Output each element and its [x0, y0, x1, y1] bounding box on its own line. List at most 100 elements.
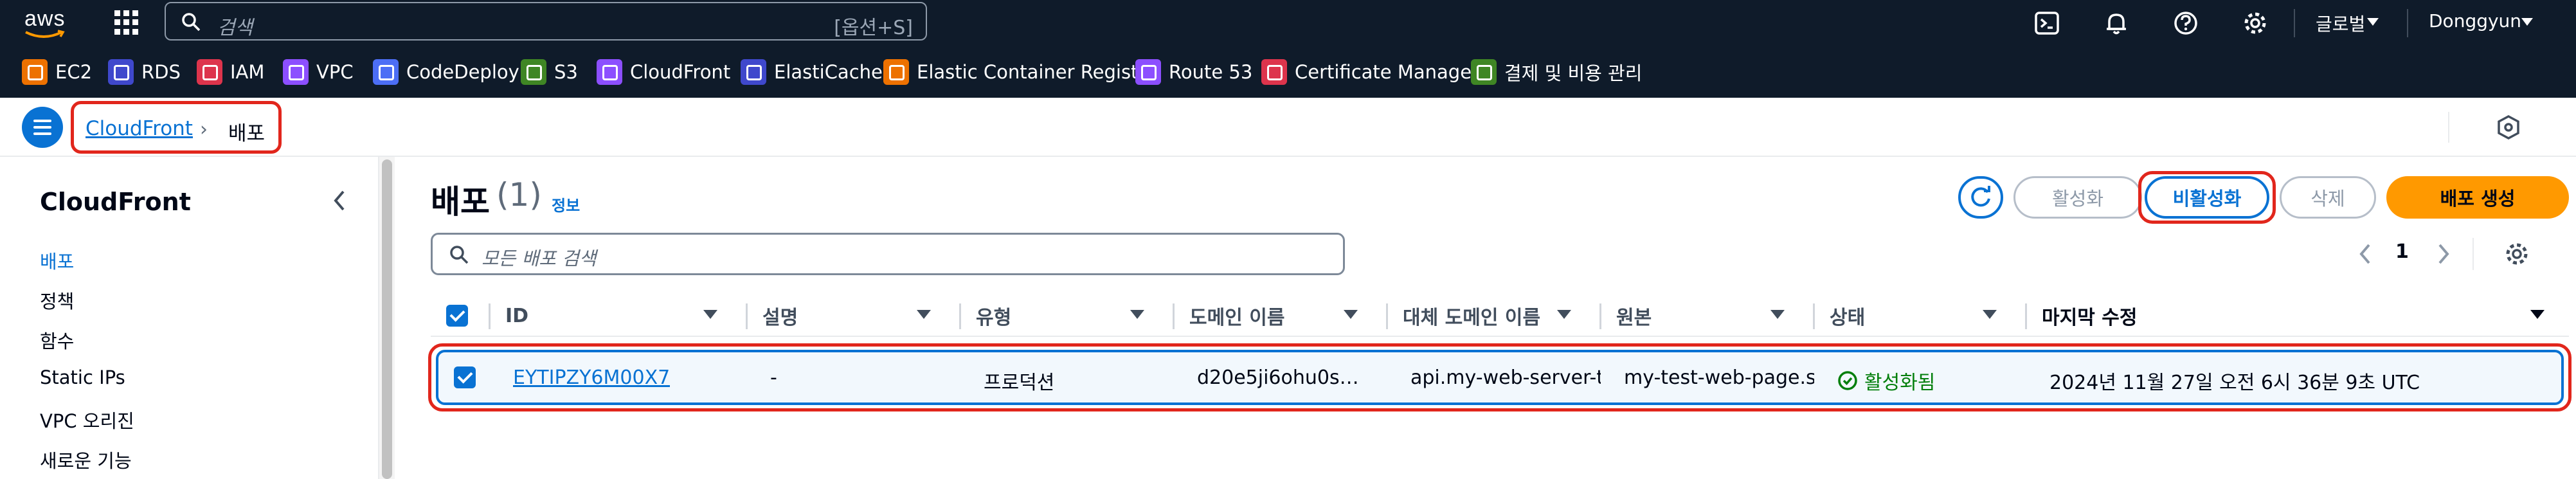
service-label: S3 — [554, 61, 578, 83]
sort-arrow-icon[interactable] — [1130, 310, 1144, 319]
service-label: ElastiCache — [774, 61, 883, 83]
aws-logo[interactable]: aws — [19, 5, 75, 41]
column-separator[interactable] — [1599, 303, 1601, 329]
current-page-number[interactable]: 1 — [2395, 240, 2409, 263]
table-row[interactable]: EYTIPZY6M00X7 - 프로덕션 d20e5ji6ohu0s… api.… — [436, 350, 2564, 405]
search-shortcut-hint: [옵션+S] — [834, 17, 913, 39]
status-text: 활성화됨 — [1864, 372, 1936, 394]
sort-arrow-icon[interactable] — [703, 310, 717, 319]
delete-button[interactable]: 삭제 — [2280, 176, 2376, 219]
service-label: CodeDeploy — [406, 61, 519, 83]
column-header-domain-name[interactable]: 도메인 이름 — [1189, 300, 1284, 332]
search-icon — [182, 13, 201, 32]
main-content: 배포 (1) 정보 활성화 비활성화 삭제 배포 생성 모든 배포 검색 1 I… — [395, 157, 2576, 479]
column-header-type[interactable]: 유형 — [976, 300, 1011, 332]
sidebar-item-policies[interactable]: 정책 — [40, 287, 74, 314]
service-label: EC2 — [55, 61, 93, 83]
notifications-bell-icon[interactable] — [2102, 9, 2130, 37]
column-separator[interactable] — [746, 303, 748, 329]
topbar-divider — [2294, 9, 2295, 37]
service-shortcut-certificate-manager[interactable]: Certificate Manager — [1261, 58, 1479, 86]
table-preferences-gear-icon[interactable] — [2503, 240, 2530, 267]
sort-arrow-icon[interactable] — [2530, 310, 2544, 319]
cell-domain-name: d20e5ji6ohu0s… — [1197, 366, 1359, 389]
refresh-icon — [1971, 186, 1990, 207]
service-shortcut-rds[interactable]: RDS — [108, 58, 181, 86]
sidebar-item-whats-new[interactable]: 새로운 기능 — [40, 446, 132, 473]
cloudshell-icon[interactable] — [2033, 9, 2061, 37]
service-shortcut-s3[interactable]: S3 — [521, 58, 578, 86]
region-selector[interactable]: 글로벌 — [2316, 10, 2365, 36]
service-shortcut-vpc[interactable]: VPC — [283, 58, 354, 86]
column-separator[interactable] — [1813, 303, 1815, 329]
sidebar-item-static-ips[interactable]: Static IPs — [40, 366, 125, 388]
service-label: Elastic Container Registry — [917, 61, 1157, 83]
next-page-chevron-icon[interactable] — [2434, 242, 2453, 266]
enable-button[interactable]: 활성화 — [2013, 176, 2142, 219]
previous-page-chevron-icon[interactable] — [2355, 242, 2375, 266]
service-shortcut-codedeploy[interactable]: CodeDeploy — [373, 58, 519, 86]
sidebar-scrollbar[interactable] — [379, 157, 395, 479]
help-icon[interactable] — [2172, 9, 2200, 37]
disable-button[interactable]: 비활성화 — [2145, 176, 2269, 219]
breadcrumb-link-cloudfront[interactable]: CloudFront — [86, 117, 193, 140]
scrollbar-thumb[interactable] — [382, 159, 392, 479]
rds-icon — [108, 59, 134, 85]
column-header-alternate-domain[interactable]: 대체 도메인 이름 — [1403, 300, 1540, 332]
sidebar-item-vpc-origins[interactable]: VPC 오리진 — [40, 406, 134, 433]
create-distribution-button[interactable]: 배포 생성 — [2386, 176, 2569, 219]
table-header-divider — [431, 336, 2569, 337]
sidebar-item-distributions[interactable]: 배포 — [40, 247, 74, 274]
column-separator[interactable] — [1386, 303, 1388, 329]
service-label: 결제 및 비용 관리 — [1504, 62, 1643, 84]
sidebar-item-functions[interactable]: 함수 — [40, 327, 74, 354]
sort-arrow-icon[interactable] — [1770, 310, 1785, 319]
column-separator[interactable] — [959, 303, 961, 329]
sort-arrow-icon[interactable] — [1983, 310, 1997, 319]
cell-type: 프로덕션 — [984, 372, 1055, 394]
ecr-icon — [883, 59, 909, 85]
collapse-chevron-left-icon[interactable] — [328, 188, 351, 213]
service-shortcut-ecr[interactable]: Elastic Container Registry — [883, 58, 1157, 86]
breadcrumb-bar: CloudFront › 배포 — [0, 98, 2576, 157]
settings-gear-icon[interactable] — [2241, 9, 2269, 37]
column-header-origin[interactable]: 원본 — [1616, 300, 1652, 332]
account-dropdown-icon[interactable] — [2520, 17, 2534, 27]
distribution-id-link[interactable]: EYTIPZY6M00X7 — [513, 366, 670, 389]
sort-arrow-icon[interactable] — [1344, 310, 1358, 319]
service-shortcut-iam[interactable]: IAM — [197, 58, 264, 86]
service-shortcut-ec2[interactable]: EC2 — [22, 58, 92, 86]
side-navigation-toggle-button[interactable] — [22, 107, 63, 148]
column-header-description[interactable]: 설명 — [762, 300, 798, 332]
service-shortcut-cloudfront[interactable]: CloudFront — [597, 58, 730, 86]
help-panel-icon[interactable] — [2496, 114, 2521, 140]
sort-arrow-icon[interactable] — [917, 310, 931, 319]
service-label: Certificate Manager — [1295, 61, 1479, 83]
cloudfront-icon — [597, 59, 622, 85]
sort-arrow-icon[interactable] — [1557, 310, 1571, 319]
cell-alternate-domain: api.my-web-server-te — [1410, 366, 1601, 389]
breadcrumb-divider — [2448, 112, 2449, 143]
refresh-button[interactable] — [1958, 176, 2003, 219]
services-grid-icon[interactable] — [114, 10, 139, 35]
service-shortcut-elasticache[interactable]: ElastiCache — [741, 58, 883, 86]
service-label: Route 53 — [1169, 61, 1253, 83]
distribution-search-input[interactable]: 모든 배포 검색 — [431, 233, 1345, 275]
search-icon — [450, 246, 469, 264]
select-all-checkbox[interactable] — [446, 305, 468, 327]
service-shortcut-billing[interactable]: 결제 및 비용 관리 — [1471, 58, 1642, 86]
service-shortcut-route53[interactable]: Route 53 — [1135, 58, 1252, 86]
column-header-last-modified[interactable]: 마지막 수정 — [2042, 300, 2137, 332]
account-menu[interactable]: Donggyun — [2429, 10, 2521, 32]
column-header-status[interactable]: 상태 — [1830, 300, 1865, 332]
info-link[interactable]: 정보 — [552, 193, 580, 215]
column-separator[interactable] — [2025, 303, 2027, 329]
column-header-id[interactable]: ID — [505, 300, 528, 332]
side-navigation-title[interactable]: CloudFront — [40, 188, 191, 216]
service-label: IAM — [230, 61, 265, 83]
row-checkbox[interactable] — [454, 366, 476, 388]
column-separator[interactable] — [1173, 303, 1175, 329]
ec2-icon — [22, 59, 48, 85]
global-search-input[interactable]: 검색 [옵션+S] — [165, 2, 927, 41]
region-dropdown-icon[interactable] — [2366, 17, 2380, 27]
